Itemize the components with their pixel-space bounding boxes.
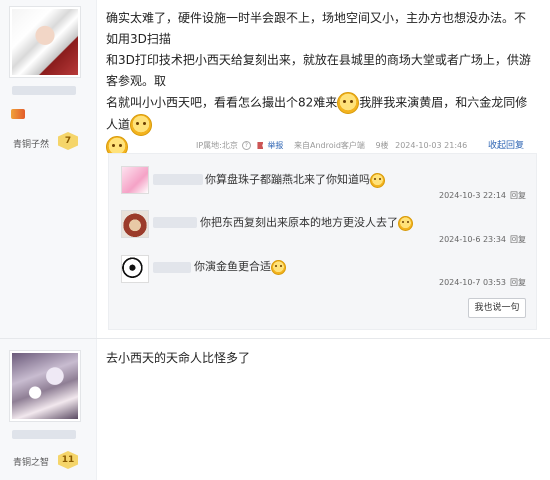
add-reply-button[interactable]: 我也说一句 xyxy=(468,298,526,318)
reply-meta: 2024-10-7 03:53 回复 xyxy=(439,278,526,287)
post-content: 确实太难了，硬件设施一时半会跟不上，场地空间又小，主办方也想没办法。不如用3D扫… xyxy=(106,8,536,158)
post-divider xyxy=(0,338,550,339)
post-text-line: 去小西天的天命人比怪多了 xyxy=(106,351,251,365)
reply-action-link[interactable]: 回复 xyxy=(510,235,526,244)
fan-badge-icon xyxy=(11,109,25,119)
reply-text: 你演金鱼更合适 xyxy=(194,258,286,275)
post-meta-bar: IP属地:北京? 举报 来自Android客户端 9楼 2024-10-03 2… xyxy=(196,140,471,151)
client-source[interactable]: 来自Android客户端 xyxy=(294,141,369,150)
reply-avatar[interactable] xyxy=(121,255,149,283)
avatar-image xyxy=(12,353,78,419)
reply-action-link[interactable]: 回复 xyxy=(510,278,526,287)
level-badge-icon: 11 xyxy=(58,451,78,469)
post-time: 2024-10-03 21:46 xyxy=(395,141,468,150)
user-info-column: 青铜子然 7 青铜之智 11 xyxy=(0,0,97,480)
avatar[interactable] xyxy=(9,350,81,422)
smiley-face-icon xyxy=(398,215,413,231)
avatar-image xyxy=(12,9,78,75)
reply-meta: 2024-10-3 22:14 回复 xyxy=(439,191,526,200)
report-link[interactable]: 举报 xyxy=(257,141,287,150)
reply-text: 你把东西复刻出来原本的地方更没人去了 xyxy=(200,214,413,231)
username-blurred[interactable] xyxy=(12,86,76,95)
reply-avatar[interactable] xyxy=(121,210,149,238)
help-circle-icon[interactable]: ? xyxy=(241,141,251,150)
post-text-line: 和3D打印技术把小西天给复刻出来，就放在县城里的商场大堂或者广场上，供游客参观。… xyxy=(106,53,531,88)
post-text-line: 名就叫小小西天吧，看看怎么撮出个82难来 我胖我来演黄眉，和六金龙同修人道 xyxy=(106,92,536,136)
rank-label: 青铜之智 xyxy=(13,458,50,468)
post-text-line: 确实太难了，硬件设施一时半会跟不上，场地空间又小，主办方也想没办法。不如用3D扫… xyxy=(106,11,527,46)
avatar[interactable] xyxy=(9,6,81,78)
reply-username-blurred[interactable] xyxy=(153,262,191,273)
rank-label: 青铜子然 xyxy=(13,140,50,150)
smiley-face-icon xyxy=(130,114,153,136)
smiley-face-icon xyxy=(271,259,286,275)
reply-text: 你算盘珠子都蹦燕北来了你知道吗 xyxy=(205,171,385,188)
ip-location: IP属地:北京 xyxy=(196,141,238,150)
post-content: 去小西天的天命人比怪多了 xyxy=(106,348,536,369)
reply-meta: 2024-10-6 23:34 回复 xyxy=(439,235,526,244)
post-text-fragment: 名就叫小小西天吧，看看怎么撮出个82难来 xyxy=(106,95,338,110)
reply-avatar[interactable] xyxy=(121,166,149,194)
reply-username-blurred[interactable] xyxy=(153,174,203,185)
reply-username-blurred[interactable] xyxy=(153,217,197,228)
reply-action-link[interactable]: 回复 xyxy=(510,191,526,200)
report-flag-icon xyxy=(257,142,264,149)
smiley-face-icon xyxy=(337,92,360,114)
floor-number: 9楼 xyxy=(375,141,389,150)
level-badge-icon: 7 xyxy=(58,132,78,150)
collapse-replies-link[interactable]: 收起回复 xyxy=(488,138,524,151)
username-blurred[interactable] xyxy=(12,430,76,439)
smiley-face-icon xyxy=(370,172,385,188)
